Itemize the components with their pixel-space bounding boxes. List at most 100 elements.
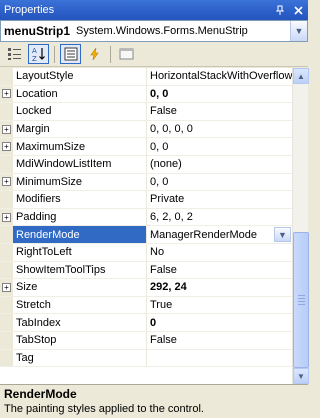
svg-text:A: A (32, 47, 37, 55)
property-value[interactable]: 0, 0 (147, 174, 292, 191)
property-value-text: Private (150, 193, 185, 206)
property-value-text: False (150, 105, 177, 118)
expand-icon[interactable]: + (2, 142, 11, 152)
row-margin[interactable]: + (0, 120, 13, 138)
row-margin (0, 103, 13, 120)
property-row-showitemtooltips[interactable]: ShowItemToolTips False (0, 261, 292, 280)
property-name[interactable]: Size (13, 279, 147, 296)
property-row-locked[interactable]: Locked False (0, 103, 292, 121)
property-row-righttoleft[interactable]: RightToLeft No (0, 243, 292, 262)
property-value[interactable]: 6, 2, 0, 2 (147, 209, 292, 226)
categorized-icon[interactable] (4, 44, 25, 64)
property-row-padding[interactable]: + Padding 6, 2, 0, 2 (0, 208, 292, 227)
property-value[interactable]: True (147, 297, 292, 314)
property-value[interactable] (147, 350, 292, 367)
scroll-down-button[interactable]: ▼ (293, 368, 309, 384)
property-value-text: HorizontalStackWithOverflow (150, 70, 292, 83)
expand-icon[interactable]: + (2, 212, 11, 222)
property-name[interactable]: Location (13, 85, 147, 103)
row-margin (0, 261, 13, 279)
events-icon[interactable] (84, 44, 105, 64)
row-margin (0, 155, 13, 173)
properties-toolbar: A Z (0, 42, 308, 67)
property-name[interactable]: ShowItemToolTips (13, 261, 147, 279)
property-value[interactable]: (none) (147, 156, 292, 173)
property-value[interactable]: ManagerRenderMode ▼ (147, 226, 292, 243)
property-value-text: 0 (150, 316, 157, 329)
property-value[interactable]: 0, 0 (147, 138, 292, 155)
property-value[interactable]: HorizontalStackWithOverflow (147, 68, 292, 85)
property-row-minimumsize[interactable]: + MinimumSize 0, 0 (0, 173, 292, 192)
property-row-rendermode[interactable]: RenderMode ManagerRenderMode ▼ (0, 226, 292, 244)
property-value[interactable]: 0, 0, 0, 0 (147, 121, 292, 138)
property-value-text: 0, 0 (150, 140, 169, 153)
property-name[interactable]: RightToLeft (13, 243, 147, 261)
property-row-layoutstyle[interactable]: LayoutStyle HorizontalStackWithOverflow (0, 68, 292, 86)
property-row-tabindex[interactable]: TabIndex 0 (0, 314, 292, 332)
property-name[interactable]: Padding (13, 208, 147, 226)
row-margin (0, 226, 13, 243)
description-text: The painting styles applied to the contr… (4, 403, 204, 415)
property-value[interactable]: False (147, 262, 292, 279)
property-name[interactable]: RenderMode (13, 226, 147, 243)
property-value[interactable]: 0 (147, 314, 292, 331)
row-margin (0, 296, 13, 314)
property-name[interactable]: MaximumSize (13, 138, 147, 155)
property-name[interactable]: Modifiers (13, 191, 147, 208)
scroll-thumb[interactable] (293, 232, 309, 368)
row-margin[interactable]: + (0, 208, 13, 226)
property-name[interactable]: TabIndex (13, 314, 147, 331)
close-icon[interactable] (290, 2, 306, 18)
property-row-size[interactable]: + Size 292, 24 (0, 279, 292, 297)
property-value[interactable]: No (147, 244, 292, 261)
toolbar-separator (110, 45, 111, 63)
alphabetical-icon[interactable]: A Z (28, 44, 49, 64)
toolbar-separator (54, 45, 55, 63)
property-name[interactable]: TabStop (13, 331, 147, 349)
property-name[interactable]: LayoutStyle (13, 68, 147, 85)
property-name[interactable]: MinimumSize (13, 173, 147, 191)
property-name[interactable]: Tag (13, 349, 147, 367)
property-value-text: 0, 0 (150, 175, 169, 188)
property-value[interactable]: 0, 0 (147, 86, 292, 103)
property-row-location[interactable]: + Location 0, 0 (0, 85, 292, 104)
property-value[interactable]: Private (147, 191, 292, 208)
row-margin (0, 349, 13, 367)
scroll-up-button[interactable]: ▲ (293, 68, 309, 84)
expand-icon[interactable]: + (2, 124, 11, 134)
property-name[interactable]: Margin (13, 120, 147, 138)
description-panel: RenderMode The painting styles applied t… (0, 384, 308, 418)
expand-icon[interactable]: + (2, 282, 11, 292)
pin-icon[interactable] (272, 2, 288, 18)
property-value[interactable]: False (147, 332, 292, 349)
property-pages-icon[interactable] (116, 44, 137, 64)
property-value-text: 6, 2, 0, 2 (150, 211, 193, 224)
property-row-tabstop[interactable]: TabStop False (0, 331, 292, 350)
title-bar: Properties (0, 0, 308, 20)
row-margin (0, 314, 13, 331)
property-value[interactable]: False (147, 103, 292, 120)
property-value-text: No (150, 246, 165, 259)
property-row-modifiers[interactable]: Modifiers Private (0, 191, 292, 209)
property-name[interactable]: Stretch (13, 296, 147, 314)
property-name[interactable]: Locked (13, 103, 147, 120)
property-row-maximumsize[interactable]: + MaximumSize 0, 0 (0, 138, 292, 156)
chevron-down-icon[interactable]: ▼ (274, 227, 291, 243)
properties-icon[interactable] (60, 44, 81, 64)
chevron-down-icon[interactable]: ▼ (290, 21, 307, 41)
vertical-scrollbar[interactable]: ▲ ▼ (292, 68, 309, 384)
property-row-mdiwindowlistitem[interactable]: MdiWindowListItem (none) (0, 155, 292, 174)
property-value-text: False (150, 263, 177, 276)
property-row-tag[interactable]: Tag (0, 349, 292, 368)
object-selector[interactable]: menuStrip1 System.Windows.Forms.MenuStri… (0, 20, 308, 42)
row-margin[interactable]: + (0, 85, 13, 103)
expand-icon[interactable]: + (2, 177, 11, 187)
row-margin[interactable]: + (0, 279, 13, 296)
row-margin[interactable]: + (0, 138, 13, 155)
property-name[interactable]: MdiWindowListItem (13, 155, 147, 173)
property-row-margin[interactable]: + Margin 0, 0, 0, 0 (0, 120, 292, 139)
property-value[interactable]: 292, 24 (147, 279, 292, 296)
expand-icon[interactable]: + (2, 89, 11, 99)
property-row-stretch[interactable]: Stretch True (0, 296, 292, 315)
row-margin[interactable]: + (0, 173, 13, 191)
